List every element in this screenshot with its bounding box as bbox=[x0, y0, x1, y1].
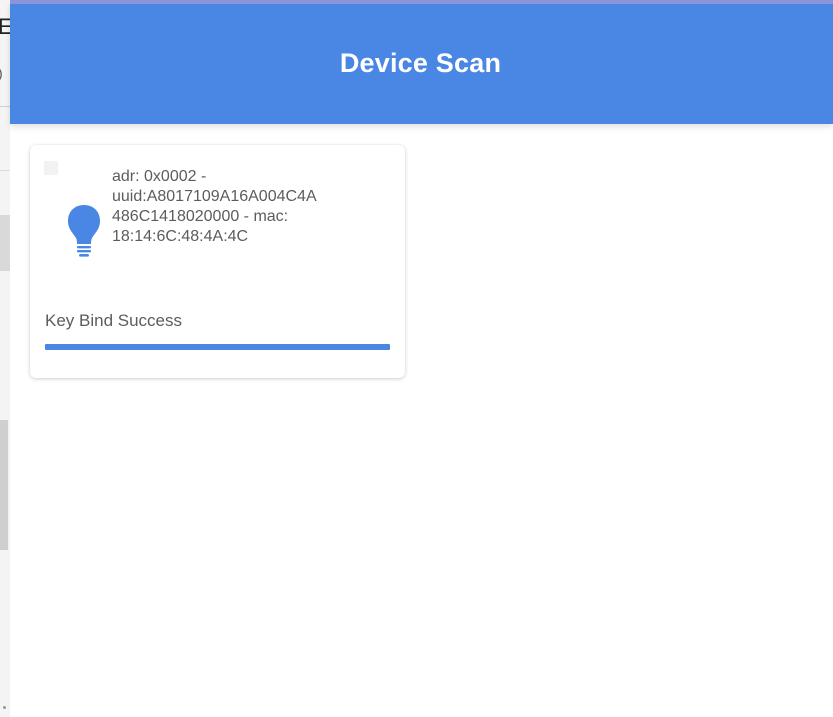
progress-bar bbox=[45, 344, 390, 350]
background-window: E ) bbox=[0, 0, 10, 717]
background-panel bbox=[0, 215, 10, 271]
page-title: Device Scan bbox=[339, 48, 502, 78]
background-window-subtitle: ) bbox=[0, 66, 3, 80]
device-info-line: 486C1418020000 - mac: bbox=[112, 208, 289, 225]
app-bar: Device Scan bbox=[10, 3, 833, 124]
screen: E ) Device Scan adr: 0x0002 - uuid:A8017… bbox=[0, 0, 833, 717]
app-window: Device Scan adr: 0x0002 - uuid:A8017109A… bbox=[10, 3, 833, 717]
window-top-edge bbox=[10, 0, 833, 4]
background-window-title: E bbox=[0, 14, 10, 39]
bulb-icon bbox=[68, 205, 100, 257]
device-info-line: 18:14:6C:48:4A:4C bbox=[112, 228, 249, 245]
background-dot bbox=[3, 706, 6, 709]
device-info: adr: 0x0002 - uuid:A8017109A16A004C4A 48… bbox=[112, 167, 392, 247]
background-divider bbox=[0, 170, 10, 171]
device-info-line: adr: 0x0002 - bbox=[112, 168, 207, 185]
background-scrollbar bbox=[0, 420, 8, 550]
device-info-line: uuid:A8017109A16A004C4A bbox=[112, 188, 317, 205]
device-card[interactable]: adr: 0x0002 - uuid:A8017109A16A004C4A 48… bbox=[30, 145, 405, 378]
background-divider bbox=[0, 106, 10, 107]
progress-fill bbox=[45, 344, 390, 350]
device-checkbox[interactable] bbox=[44, 161, 58, 175]
status-text: Key Bind Success bbox=[45, 311, 183, 330]
